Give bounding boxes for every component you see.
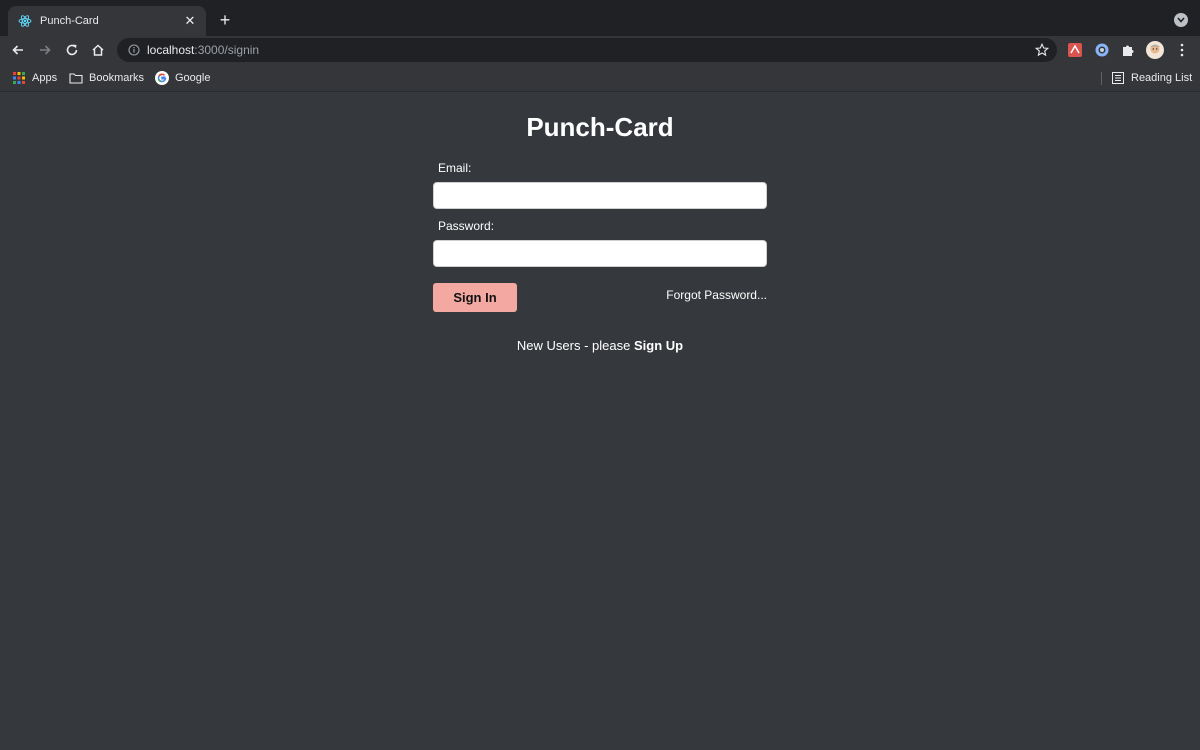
bookmark-bookmarks-folder[interactable]: Bookmarks [69,70,144,86]
reading-list-button[interactable]: Reading List [1111,70,1192,86]
email-label: Email: [438,161,472,175]
tab-title: Punch-Card [40,15,99,27]
bookmarks-divider [1101,72,1102,85]
bookmark-google[interactable]: Google [155,70,210,86]
bookmark-apps[interactable]: Apps [12,70,57,86]
new-users-text: New Users - please [516,338,634,353]
tab-search-icon[interactable] [1174,13,1188,27]
url-path: :3000/signin [194,43,260,57]
star-icon[interactable] [1034,42,1050,57]
kebab-menu-icon[interactable] [1174,42,1190,58]
sign-in-button[interactable]: Sign In [433,283,517,312]
reading-list-label: Reading List [1131,72,1193,84]
extension-red-icon[interactable] [1067,42,1083,58]
apps-grid-icon [12,71,26,85]
bookmarks-bar: Apps Bookmarks Google Reading List [0,65,1200,92]
google-icon [155,71,169,85]
forgot-password-link[interactable]: Forgot Password... [600,288,767,302]
puzzle-icon[interactable] [1120,42,1136,58]
tab-strip: Punch-Card ✕ + [0,0,1200,36]
folder-icon [69,71,83,85]
email-field[interactable] [433,182,767,209]
close-icon[interactable]: ✕ [182,13,198,29]
extension-blue-icon[interactable] [1094,42,1110,58]
password-label: Password: [438,219,495,233]
sign-up-link[interactable]: Sign Up [634,338,683,353]
bookmark-label: Google [175,72,211,84]
password-field[interactable] [433,240,767,267]
browser-tab[interactable]: Punch-Card ✕ [8,6,206,36]
signin-page: Punch-Card Email: Password: Sign In Forg… [0,93,1200,750]
bookmark-label: Apps [32,72,58,84]
new-users-prompt: New Users - please Sign Up [0,338,1200,353]
browser-toolbar: localhost:3000/signin [0,36,1200,65]
plus-icon[interactable]: + [216,11,234,29]
info-icon[interactable] [127,43,141,57]
home-icon[interactable] [88,40,108,60]
url-host: localhost [147,43,195,57]
forward-arrow-icon[interactable] [35,40,55,60]
address-bar[interactable]: localhost:3000/signin [117,38,1057,62]
back-arrow-icon[interactable] [8,40,28,60]
profile-avatar-icon[interactable] [1146,41,1164,59]
react-favicon-icon [18,14,32,28]
page-title: Punch-Card [526,112,674,142]
bookmark-label: Bookmarks [89,72,145,84]
reload-icon[interactable] [62,40,82,60]
reading-list-icon [1111,71,1125,85]
